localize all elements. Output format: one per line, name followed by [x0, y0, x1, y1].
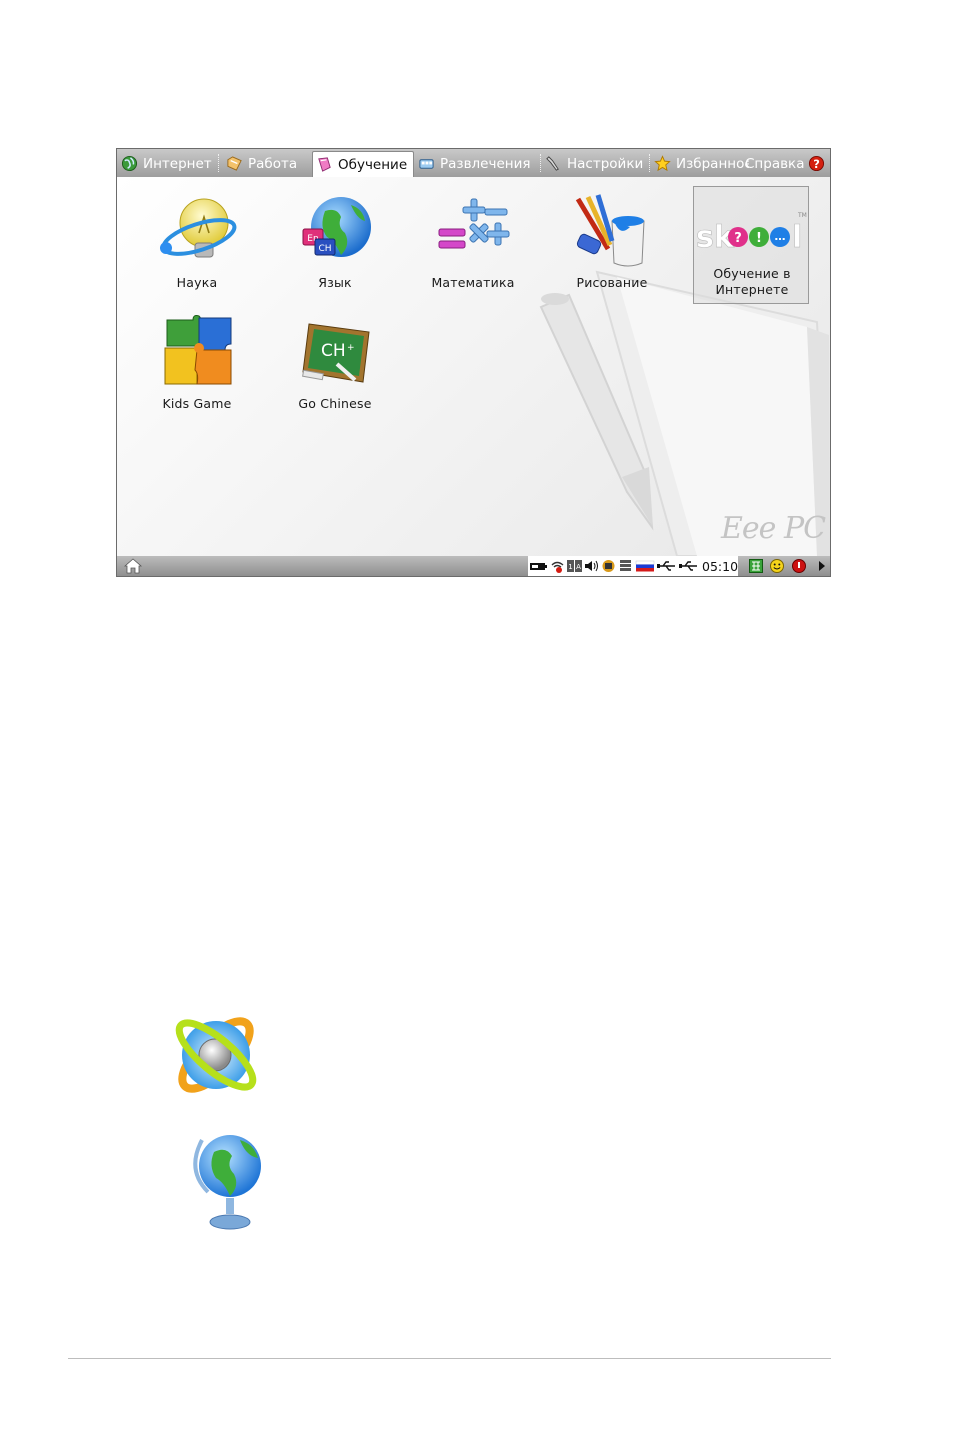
system-tray: 1A 05:10: [528, 556, 738, 576]
folder-icon: [227, 156, 242, 171]
app-language[interactable]: En CH Язык: [277, 185, 393, 303]
clock[interactable]: 05:10: [702, 559, 738, 574]
wireless-off-icon[interactable]: [550, 559, 565, 573]
app-online-learning[interactable]: sk ? ! … l TM Обучение в Интернете: [693, 186, 809, 304]
star-icon: [654, 155, 671, 172]
usb-icon[interactable]: [679, 559, 699, 573]
keyboard-layout-icon[interactable]: 1A: [567, 559, 582, 573]
tab-settings[interactable]: Настройки: [542, 151, 648, 176]
home-icon[interactable]: [123, 558, 143, 574]
svg-text:…: …: [775, 230, 786, 243]
storage-icon[interactable]: [618, 559, 633, 573]
app-science[interactable]: Наука: [139, 185, 255, 303]
desktop-area: Наука En CH Язык Математика Рисование sk…: [117, 177, 830, 556]
tab-bar: Интернет Работа Обучение Развлечения Нас…: [117, 149, 830, 178]
app-label: Наука: [176, 275, 218, 290]
svg-text:CH: CH: [318, 244, 331, 254]
paint-brushes-icon: [575, 194, 645, 267]
globe-language-icon: En CH: [302, 197, 371, 257]
tab-work[interactable]: Работа: [223, 151, 311, 176]
lightbulb-atom-icon: [160, 198, 237, 258]
math-symbols-icon: [438, 198, 510, 249]
footer-rule: [68, 1358, 831, 1359]
puzzle-icon: [164, 315, 232, 385]
svg-text:A: A: [576, 563, 581, 571]
tab-favorites[interactable]: Избранное: [651, 151, 749, 176]
svg-text:+: +: [347, 343, 355, 353]
tab-entertainment[interactable]: Развлечения: [415, 151, 539, 176]
app-kids-game[interactable]: Kids Game: [139, 306, 255, 424]
app-math[interactable]: Математика: [415, 185, 531, 303]
app-label: Рисование: [576, 275, 648, 290]
chalkboard-icon: CH +: [302, 323, 370, 383]
arrow-right-icon[interactable]: [815, 559, 829, 573]
svg-text:!: !: [756, 231, 762, 246]
eeepc-watermark: Eee PC: [721, 511, 826, 546]
svg-text:CH: CH: [321, 341, 346, 361]
taskbar: 1A 05:10: [117, 556, 830, 576]
smiley-icon[interactable]: [770, 559, 784, 573]
battery-icon[interactable]: [529, 559, 548, 573]
science-atom-icon: [175, 1017, 257, 1093]
app-label: Обучение в Интернете: [713, 266, 791, 297]
tab-internet[interactable]: Интернет: [118, 151, 217, 176]
app-label: Язык: [318, 275, 352, 290]
question-icon: ?: [809, 155, 825, 172]
shutdown-icon[interactable]: [792, 559, 806, 573]
volume-icon[interactable]: [584, 559, 599, 573]
russian-flag-icon[interactable]: [635, 559, 655, 573]
book-icon: [318, 157, 331, 172]
app-label: Kids Game: [162, 396, 232, 411]
globe-icon: [121, 155, 138, 172]
svg-text:TM: TM: [797, 212, 807, 219]
svg-text:l: l: [792, 220, 802, 255]
usb-icon[interactable]: [657, 559, 677, 573]
wrench-icon: [546, 156, 559, 171]
app-drawing[interactable]: Рисование: [554, 185, 670, 303]
tab-help[interactable]: Справка ?: [745, 151, 829, 176]
app-label: Go Chinese: [298, 396, 372, 411]
tab-education[interactable]: Обучение: [312, 151, 414, 177]
keyboard-grid-icon[interactable]: [749, 559, 763, 573]
bus-icon: [419, 159, 434, 169]
app-label: Математика: [431, 275, 515, 290]
svg-text:?: ?: [734, 231, 742, 246]
language-globe-icon: [193, 1135, 261, 1230]
eeepc-screen: Интернет Работа Обучение Развлечения Нас…: [116, 148, 831, 577]
svg-text:?: ?: [814, 157, 821, 171]
network-icon[interactable]: [601, 559, 616, 573]
app-go-chinese[interactable]: CH + Go Chinese: [277, 306, 393, 424]
svg-text:1: 1: [568, 563, 572, 571]
skoool-logo: sk ? ! … l TM: [696, 212, 807, 255]
